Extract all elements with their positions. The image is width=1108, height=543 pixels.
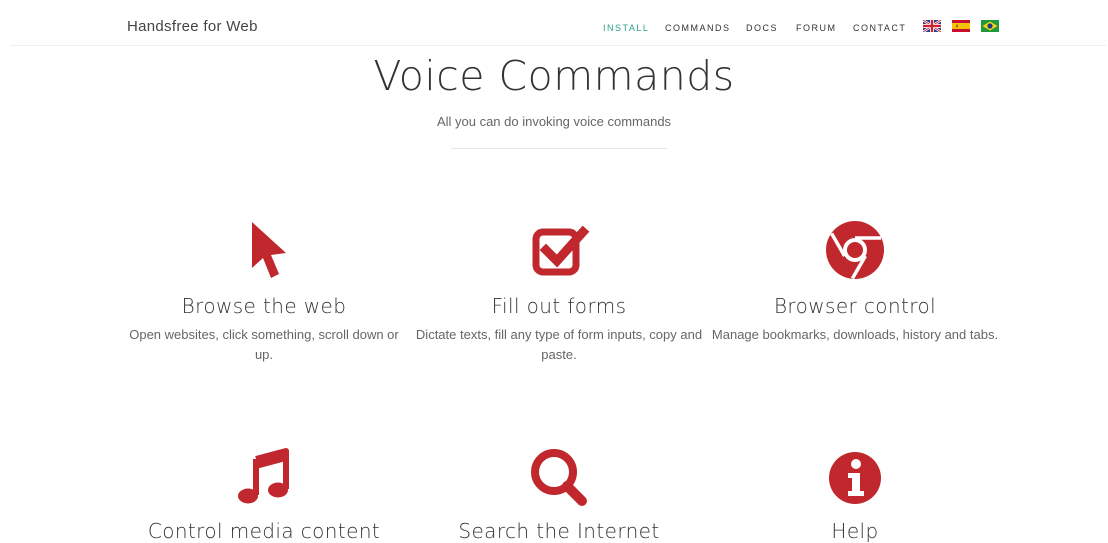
feature-help: Help: [710, 443, 1000, 543]
info-icon: [829, 452, 881, 504]
divider: [451, 148, 667, 149]
feature-title: Search the Internet: [458, 519, 660, 543]
spain-flag-icon[interactable]: [952, 20, 970, 32]
feature-title: Browser control: [773, 294, 937, 318]
feature-title: Help: [831, 519, 879, 543]
feature-title: Control media content: [147, 519, 381, 543]
check-square-icon: [532, 225, 590, 276]
feature-fill-forms: Fill out forms Dictate texts, fill any t…: [414, 218, 704, 378]
nav-docs[interactable]: DOCS: [746, 23, 778, 33]
pointer-icon: [252, 222, 286, 278]
page-subtitle: All you can do invoking voice commands: [436, 114, 672, 129]
nav-commands[interactable]: COMMANDS: [665, 23, 731, 33]
music-icon: [238, 448, 289, 504]
nav-forum[interactable]: FORUM: [796, 23, 837, 33]
chrome-icon: [826, 221, 884, 280]
feature-title: Browse the web: [181, 294, 347, 318]
feature-browse-web: Browse the web Open websites, click some…: [119, 218, 409, 378]
feature-title: Fill out forms: [491, 294, 627, 318]
brazil-flag-icon[interactable]: [981, 20, 999, 32]
brand-link[interactable]: Handsfree for Web: [127, 18, 258, 35]
nav-install[interactable]: INSTALL: [603, 23, 649, 33]
feature-description: Open websites, click something, scroll d…: [129, 327, 399, 362]
feature-description: Dictate texts, fill any type of form inp…: [415, 327, 703, 362]
feature-browser-control: Browser control Manage bookmarks, downlo…: [710, 218, 1000, 378]
feature-media-control: Control media content: [119, 443, 409, 543]
nav-contact[interactable]: CONTACT: [853, 23, 906, 33]
top-navbar: Handsfree for Web INSTALL COMMANDS DOCS …: [10, 0, 1106, 46]
feature-description: Manage bookmarks, downloads, history and…: [711, 327, 999, 342]
page-title: Voice Commands: [373, 52, 735, 100]
uk-flag-icon[interactable]: [923, 20, 941, 32]
search-icon: [531, 449, 587, 506]
feature-search-internet: Search the Internet: [414, 443, 704, 543]
